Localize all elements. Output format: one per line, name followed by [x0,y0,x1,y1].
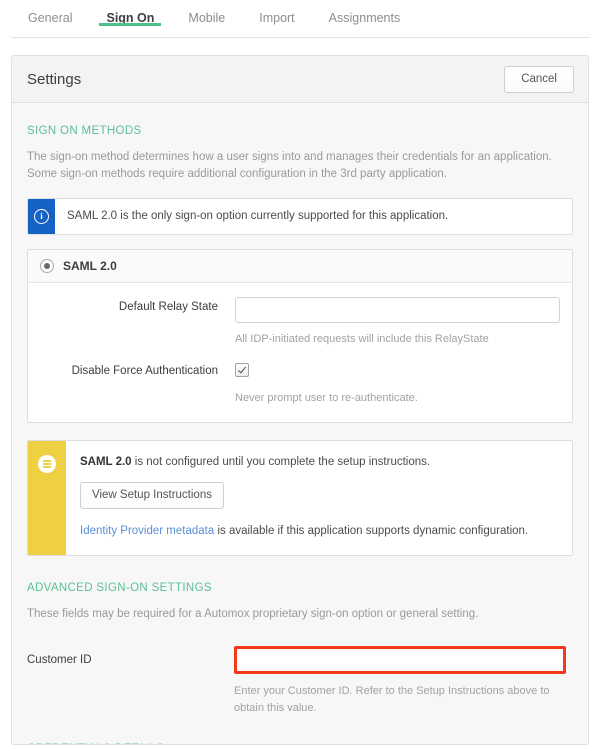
default-relay-state-label: Default Relay State [118,301,218,313]
tab-import[interactable]: Import [242,0,311,26]
tab-general[interactable]: General [11,0,89,26]
tab-import-label: Import [259,11,295,25]
credentials-details-heading: CREDENTIALS DETAILS [27,743,573,744]
setup-notice-metadata-rest: is available if this application support… [214,525,529,537]
customer-id-hint: Enter your Customer ID. Refer to the Set… [234,685,550,714]
tab-mobile-label: Mobile [188,11,226,25]
tab-bar-divider [11,37,590,38]
info-icon: i [34,209,49,224]
disable-force-auth-hint: Never prompt user to re-authenticate. [235,392,418,404]
sign-on-methods-description: The sign-on method determines how a user… [27,151,552,180]
tab-assignments[interactable]: Assignments [312,0,418,26]
customer-id-control: Enter your Customer ID. Refer to the Set… [234,646,573,717]
tab-assignments-label: Assignments [328,11,401,25]
info-banner-accent: i [28,199,55,234]
info-banner: i SAML 2.0 is the only sign-on option cu… [27,198,573,235]
advanced-settings-heading: ADVANCED SIGN-ON SETTINGS [27,582,212,594]
tab-general-label: General [28,11,73,25]
advanced-settings-description: These fields may be required for a Autom… [27,608,479,620]
setup-notice-text: SAML 2.0 is not configured until you com… [80,455,528,470]
view-setup-instructions-button[interactable]: View Setup Instructions [80,482,224,509]
default-relay-state-row: Default Relay State All IDP-initiated re… [28,297,560,347]
identity-provider-metadata-link[interactable]: Identity Provider metadata [80,525,214,537]
saml-panel-body: Default Relay State All IDP-initiated re… [28,283,572,422]
settings-card-header: Settings Cancel [12,56,588,103]
tab-sign-on[interactable]: Sign On [89,0,171,26]
disable-force-auth-row: Disable Force Authentication Never promp… [28,361,560,406]
setup-notice-text-strong: SAML 2.0 [80,456,132,468]
settings-card: Settings Cancel SIGN ON METHODS The sign… [11,55,589,745]
customer-id-input[interactable] [234,646,566,674]
default-relay-state-hint: All IDP-initiated requests will include … [235,333,489,345]
setup-instructions-notice: SAML 2.0 is not configured until you com… [27,440,573,556]
saml-radio-button[interactable] [40,259,54,273]
default-relay-state-input[interactable] [235,297,560,323]
setup-notice-body: SAML 2.0 is not configured until you com… [66,441,542,555]
page-title: Settings [27,70,82,88]
cancel-button[interactable]: Cancel [504,65,574,93]
customer-id-label: Customer ID [27,654,92,666]
customer-id-row: Customer ID Enter your Customer ID. Refe… [27,646,573,717]
tab-sign-on-label: Sign On [106,11,155,25]
tab-bar: General Sign On Mobile Import Assignment… [0,0,600,38]
setup-notice-text-rest: is not configured until you complete the… [131,456,431,468]
tab-list: General Sign On Mobile Import Assignment… [11,0,600,38]
disable-force-auth-label: Disable Force Authentication [71,365,218,377]
setup-notice-metadata-line: Identity Provider metadata is available … [80,524,528,539]
tab-mobile[interactable]: Mobile [171,0,242,26]
settings-card-body: SIGN ON METHODS The sign-on method deter… [12,125,588,744]
saml-panel: SAML 2.0 Default Relay State All IDP-ini… [27,249,573,423]
saml-radio-label: SAML 2.0 [63,259,117,273]
disable-force-auth-checkbox[interactable] [235,363,249,377]
info-banner-text: SAML 2.0 is the only sign-on option curr… [67,210,449,222]
sign-on-methods-heading: SIGN ON METHODS [27,125,142,137]
saml-radio-row[interactable]: SAML 2.0 [28,250,572,283]
disable-force-auth-control: Never prompt user to re-authenticate. [235,361,560,406]
setup-notice-accent [28,441,66,555]
list-icon [38,455,56,473]
default-relay-state-control: All IDP-initiated requests will include … [235,297,560,347]
